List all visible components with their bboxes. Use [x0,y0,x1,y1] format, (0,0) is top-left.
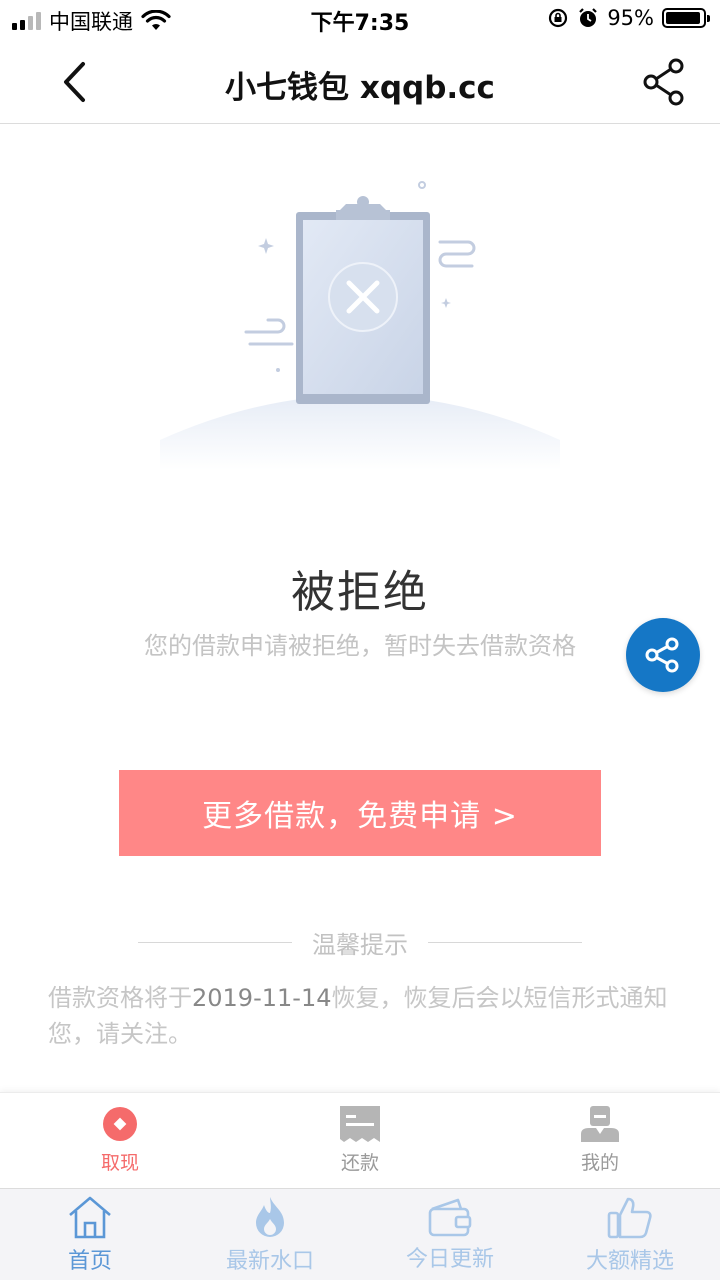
tab-withdraw[interactable]: 取现 [0,1093,240,1188]
tips-heading: 温馨提示 [138,925,582,959]
tab-latest[interactable]: 最新水口 [180,1189,360,1280]
floating-share-button[interactable] [626,618,700,692]
user-icon [581,1106,619,1142]
rejected-clipboard-illustration [160,181,560,470]
thumbs-up-icon [607,1197,652,1238]
fire-icon [256,1196,284,1237]
more-loans-button[interactable]: 更多借款，免费申请 > [119,770,601,856]
rotation-lock-icon [549,8,568,28]
divider [428,941,582,943]
status-bar: 中国联通 下午7:35 95% [0,0,720,40]
app-tab-bar: 取现 还款 我的 [0,1092,720,1188]
share-icon [645,637,679,673]
tips-text: 借款资格将于2019-11-14恢复，恢复后会以短信形式通知您，请关注。 [48,984,668,1048]
browser-tab-bar: 首页 最新水口 今日更新 大额精选 [0,1188,720,1280]
restore-date: 2019-11-14 [192,984,332,1012]
tab-home[interactable]: 首页 [0,1189,180,1280]
page-title: 小七钱包 xqqb.cc [225,70,495,106]
tab-repay[interactable]: 还款 [240,1093,480,1188]
share-icon [643,58,684,106]
nav-bar: 小七钱包 xqqb.cc [0,40,720,124]
battery-percent: 95% [607,6,654,30]
divider [138,941,292,943]
tab-selected[interactable]: 大额精选 [540,1189,720,1280]
alarm-icon [579,8,598,27]
result-subtitle: 您的借款申请被拒绝，暂时失去借款资格 [144,632,576,660]
tips-heading-label: 温馨提示 [312,930,408,959]
home-icon [69,1196,111,1238]
tab-today[interactable]: 今日更新 [360,1189,540,1280]
receipt-icon [340,1106,380,1142]
tab-mine[interactable]: 我的 [480,1093,720,1188]
coin-icon [103,1107,137,1141]
result-title: 被拒绝 [291,567,429,618]
wallet-icon [428,1198,472,1236]
share-button[interactable] [638,54,690,110]
battery-icon [662,8,710,28]
